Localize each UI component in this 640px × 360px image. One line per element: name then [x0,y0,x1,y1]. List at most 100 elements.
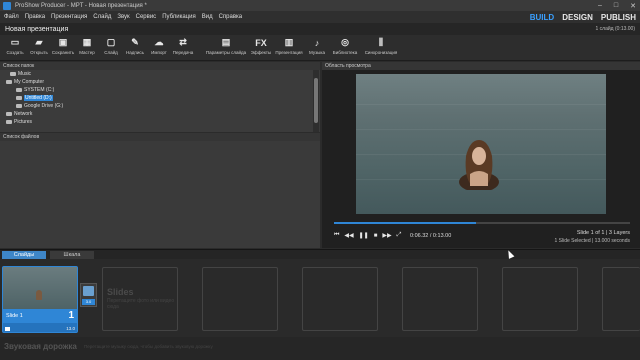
woman-figure [459,140,499,190]
preview-header: Область просмотра [322,62,640,70]
slides-hint-body: Перетащите фото или видео сюда [107,298,175,310]
menu-file[interactable]: Файл [4,14,19,20]
transfer-button[interactable]: ⇄ Передача [171,35,195,60]
selection-info: 1 Slide Selected | 13.000 seconds [554,238,630,244]
empty-slide-slot[interactable] [402,267,478,331]
wizard-icon: ▦ [82,37,92,47]
mode-switcher: BUILD DESIGN PUBLISH [530,11,636,23]
window-controls: – □ ✕ [598,0,636,11]
transition-icon [83,286,94,296]
slide-label: Slide 1 [6,313,23,319]
transport-controls: ⏮ ◀◀ ❚❚ ■ ▶▶ ⤢ [334,232,401,239]
menu-tools[interactable]: Сервис [136,14,157,20]
folder-icon [6,119,12,124]
effects-icon: FX [255,37,267,48]
playback-progress[interactable] [334,222,630,224]
empty-slide-slot[interactable] [502,267,578,331]
menu-help[interactable]: Справка [219,14,243,20]
pause-icon[interactable]: ❚❚ [359,232,369,239]
network-icon [6,111,12,116]
folder-item-selected[interactable]: Untitled (D:) [16,94,53,101]
caption-icon: ✎ [131,37,139,47]
computer-icon [6,79,12,84]
mode-publish-tab[interactable]: PUBLISH [601,13,636,22]
sync-button[interactable]: ⫼ Синхронизация [361,35,401,60]
fullscreen-icon[interactable]: ⤢ [397,232,402,239]
file-list[interactable] [0,141,320,248]
scrollbar-thumb[interactable] [314,78,318,123]
slide-icon: ▢ [106,37,116,47]
folder-item[interactable]: Pictures [6,118,32,125]
slide-options-icon[interactable] [5,327,10,331]
skip-start-icon[interactable]: ⏮ [334,232,339,239]
person-thumb [36,290,42,300]
drive-icon [16,95,22,100]
transition-duration[interactable]: 3.0 [82,299,95,305]
app-logo-icon [3,1,11,10]
slide-number: 1 [68,310,74,321]
folder-item[interactable]: My Computer [6,78,44,85]
main-toolbar: ▭ Создать ▰ Открыть ▣ Сохранить ▦ Мастер ▢ Сл… [0,35,640,61]
folder-item[interactable]: Network [6,110,32,117]
wave-line [356,129,606,130]
presentation-icon: ▥ [284,37,294,47]
slide-duration[interactable]: 13.0 [66,326,75,331]
mode-build-tab[interactable]: BUILD [530,13,554,22]
new-button[interactable]: ▭ Создать [3,35,27,60]
open-button[interactable]: ▰ Открыть [27,35,51,60]
maximize-button[interactable]: □ [614,2,618,9]
slide-tabs-bar: Слайды Шкала [0,249,640,260]
title-bar: ProShow Producer - MPT - Новая презентац… [0,0,640,11]
import-button[interactable]: ☁ Импорт [147,35,171,60]
soundtrack-bar[interactable]: Звуковая дорожка Перетащите музыку сюда,… [0,337,640,360]
empty-slide-slot[interactable] [602,267,640,331]
transfer-icon: ⇄ [179,37,187,47]
music-icon: ♪ [314,37,320,48]
mode-design-tab[interactable]: DESIGN [562,13,593,22]
file-list-header: Список файлов [0,133,320,141]
new-icon: ▭ [10,37,20,47]
empty-slide-slot[interactable] [202,267,278,331]
wave-line [356,104,606,105]
slide-options-icon: ▤ [221,37,231,47]
soundtrack-label: Звуковая дорожка [4,342,77,351]
folder-icon [10,71,16,76]
progress-fill [334,222,477,224]
slide-button[interactable]: ▢ Слайд [99,35,123,60]
menu-slide[interactable]: Слайд [93,14,111,20]
folder-item[interactable]: Music [10,70,31,77]
effects-button[interactable]: FX Эффекты [249,35,273,60]
stop-icon[interactable]: ■ [374,233,378,239]
slide-thumbnail [3,267,77,309]
menu-audio[interactable]: Звук [117,14,129,20]
drive-icon [16,87,22,92]
rewind-icon[interactable]: ◀◀ [344,232,353,239]
slides-hint-title: Slides [107,287,134,297]
soundtrack-hint: Перетащите музыку сюда, чтобы добавить з… [84,344,213,349]
menu-publish[interactable]: Публикация [162,14,196,20]
minimize-button[interactable]: – [598,2,602,9]
transition-button[interactable]: 3.0 [80,283,97,307]
menu-show[interactable]: Презентация [51,14,87,20]
library-button[interactable]: ◎ Библиотека [329,35,361,60]
forward-icon[interactable]: ▶▶ [382,232,391,239]
caption-button[interactable]: ✎ Надпись [123,35,147,60]
folder-scrollbar[interactable] [313,70,319,132]
close-button[interactable]: ✕ [630,2,636,10]
slide-card[interactable]: Slide 1 1 13.0 [2,266,78,333]
folder-item[interactable]: SYSTEM (C:) [16,86,54,93]
folder-item[interactable]: Google Drive (G:) [16,102,63,109]
menu-edit[interactable]: Правка [25,14,45,20]
empty-slide-slot[interactable] [302,267,378,331]
project-bar: Новая презентация 1 слайд (0:13.00) [0,23,640,35]
wizard-button[interactable]: ▦ Мастер [75,35,99,60]
project-info: 1 слайд (0:13.00) [595,26,635,32]
presentation-button[interactable]: ▥ Презентация [273,35,305,60]
save-button[interactable]: ▣ Сохранить [51,35,75,60]
music-button[interactable]: ♪ Музыка [305,35,329,60]
project-name: Новая презентация [5,25,69,33]
folder-list-header: Список папок [0,62,320,70]
folder-tree: Music My Computer SYSTEM (C:) Untitled (… [0,70,320,132]
menu-view[interactable]: Вид [202,14,213,20]
slide-options-button[interactable]: ▤ Параметры слайда [203,35,249,60]
